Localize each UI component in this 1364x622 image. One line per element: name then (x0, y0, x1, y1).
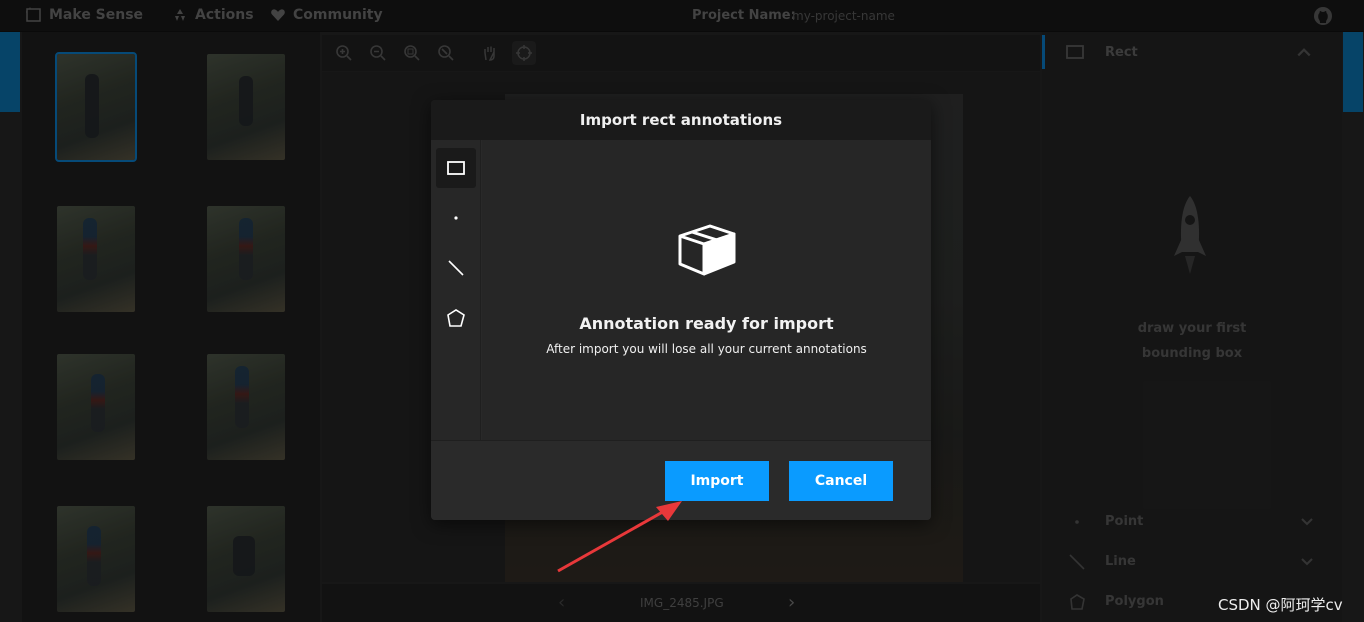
import-status-area: Annotation ready for import After import… (482, 140, 931, 440)
polygon-label-type-button[interactable] (436, 298, 476, 338)
modal-header: Import rect annotations (431, 100, 931, 140)
line-label-type-button[interactable] (436, 248, 476, 288)
annotation-arrow (557, 501, 682, 573)
polygon-icon (447, 309, 465, 327)
watermark: CSDN @阿珂学cv (1218, 596, 1343, 614)
import-warning-text: After import you will lose all your curr… (546, 342, 867, 356)
modal-title: Import rect annotations (579, 111, 783, 129)
label-type-selector (431, 140, 481, 440)
point-label-type-button[interactable] (436, 198, 476, 238)
app-window: Make Sense Actions Community Project Nam… (0, 0, 1364, 622)
import-annotations-modal: Import rect annotations Annotation ready… (431, 100, 931, 520)
point-icon (454, 216, 458, 220)
line-icon (448, 260, 464, 276)
cancel-button[interactable]: Cancel (789, 461, 893, 501)
import-ready-title: Annotation ready for import (579, 314, 834, 333)
box-icon (678, 224, 736, 276)
rect-label-type-button[interactable] (436, 148, 476, 188)
rect-icon (447, 161, 465, 175)
